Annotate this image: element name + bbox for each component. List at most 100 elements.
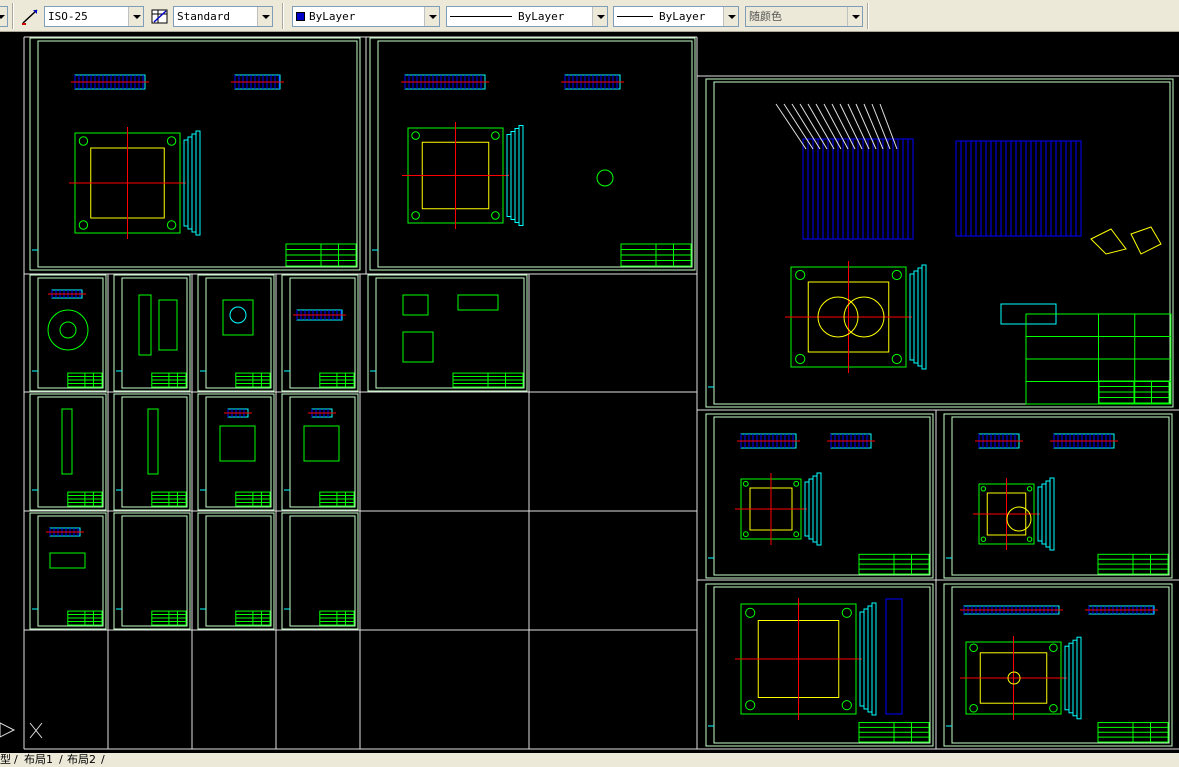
leader-line	[775, 103, 807, 150]
sheet-frame	[289, 515, 356, 627]
tab-separator: /	[14, 753, 18, 766]
leader-line	[791, 103, 821, 150]
dimension-line	[518, 125, 524, 226]
dimension-line	[812, 475, 818, 543]
bolt-hole	[166, 136, 177, 146]
bolt-hole	[1049, 703, 1058, 713]
drawing-entities	[0, 36, 1179, 750]
dimension-line	[816, 472, 822, 546]
tab-layout2[interactable]: 布局2	[67, 753, 96, 767]
properties-toolbar: ISO-25 Standard ByLayer ByLayer ByLayer …	[0, 0, 1179, 32]
assembly-section	[955, 140, 1082, 237]
bolt-hole	[891, 353, 902, 365]
bolt-hole	[1026, 486, 1033, 492]
sheet-border	[367, 274, 528, 392]
linetype-select[interactable]: ByLayer	[446, 6, 608, 27]
assembly-section	[885, 598, 903, 715]
part-outline	[158, 299, 178, 351]
dimension-line	[510, 131, 516, 220]
bolt-hole	[795, 353, 806, 365]
tablestyle-select[interactable]: Standard	[173, 6, 273, 27]
part-outline	[457, 294, 499, 311]
bolt-hole	[491, 211, 500, 220]
part-outline	[402, 331, 434, 363]
ucs-arrow-icon	[0, 722, 16, 738]
bolt-hole	[1026, 536, 1033, 542]
detail-circle	[596, 169, 614, 187]
color-value: ByLayer	[309, 10, 356, 23]
part-outline	[61, 408, 73, 475]
linetype-preview-icon	[450, 16, 512, 17]
bolt-hole	[793, 531, 800, 538]
bolt-hole	[980, 486, 987, 492]
dimension-line	[1076, 636, 1082, 720]
sheet-frame	[375, 277, 525, 389]
part-outline	[222, 299, 254, 336]
sheet-frame	[121, 515, 188, 627]
tab-model[interactable]: 型	[0, 753, 11, 767]
bolt-hole	[742, 480, 749, 487]
dimension-line	[1045, 480, 1051, 548]
bolt-hole	[841, 700, 852, 711]
sheet-border	[705, 78, 1174, 408]
bolt-hole	[491, 131, 500, 140]
plotstyle-select: 随颜色	[745, 6, 863, 27]
table-style-icon[interactable]	[150, 7, 170, 26]
bolt-hole	[166, 220, 177, 230]
bolt-hole	[1049, 643, 1058, 653]
dimension-line	[913, 270, 919, 364]
bolt-hole	[891, 269, 902, 281]
dimension-line	[195, 130, 201, 236]
chevron-down-icon[interactable]	[128, 7, 143, 26]
dimension-style-icon[interactable]	[20, 7, 40, 26]
cavity-circle	[1006, 506, 1032, 532]
bolt-hole	[793, 480, 800, 487]
lineweight-select[interactable]: ByLayer	[613, 6, 739, 27]
dimstyle-select[interactable]: ISO-25	[44, 6, 144, 27]
bolt-hole	[969, 703, 978, 713]
product-view	[1130, 226, 1162, 255]
bolt-hole	[78, 136, 89, 146]
chevron-down-icon[interactable]	[723, 7, 738, 26]
sheet-frame	[205, 277, 272, 389]
dimension-line	[1041, 483, 1047, 545]
part-outline	[303, 425, 340, 462]
layout-tab-bar: 型 / 布局1 / 布局2 /	[0, 753, 1179, 767]
bolt-hole	[969, 643, 978, 653]
sheet-border	[369, 37, 696, 271]
chevron-down-icon[interactable]	[592, 7, 607, 26]
bolt-hole	[411, 131, 420, 140]
linetype-value: ByLayer	[518, 10, 565, 23]
bolt-hole	[795, 269, 806, 281]
color-select[interactable]: ByLayer	[292, 6, 440, 27]
sheet-frame	[289, 277, 356, 389]
sheet-frame	[713, 81, 1171, 405]
plotstyle-value: 随颜色	[749, 10, 782, 23]
part-outline	[147, 408, 159, 475]
dimension-line	[808, 478, 814, 540]
chevron-down-icon[interactable]	[424, 7, 439, 26]
bolt-hole	[78, 220, 89, 230]
dimension-line	[867, 605, 873, 713]
detail-circle	[59, 321, 77, 339]
previous-dropdown[interactable]	[0, 6, 8, 27]
tab-separator: /	[101, 753, 105, 766]
dimension-line	[514, 128, 520, 223]
leader-line	[783, 103, 814, 150]
leader-line	[807, 103, 835, 150]
sheet-frame	[205, 515, 272, 627]
bolt-hole	[745, 700, 756, 711]
sheet-border	[943, 583, 1173, 747]
dimension-line	[863, 608, 869, 710]
model-space-canvas[interactable]	[0, 33, 1179, 753]
chevron-down-icon[interactable]	[257, 7, 272, 26]
sheet-border	[705, 413, 934, 579]
lineweight-value: ByLayer	[659, 10, 706, 23]
color-swatch-icon	[296, 12, 305, 21]
dimension-line	[871, 602, 877, 716]
tab-layout1[interactable]: 布局1	[24, 753, 53, 767]
dimstyle-value: ISO-25	[48, 10, 88, 23]
dimension-line	[191, 133, 197, 233]
part-outline	[138, 294, 152, 356]
leader-line	[871, 103, 891, 150]
